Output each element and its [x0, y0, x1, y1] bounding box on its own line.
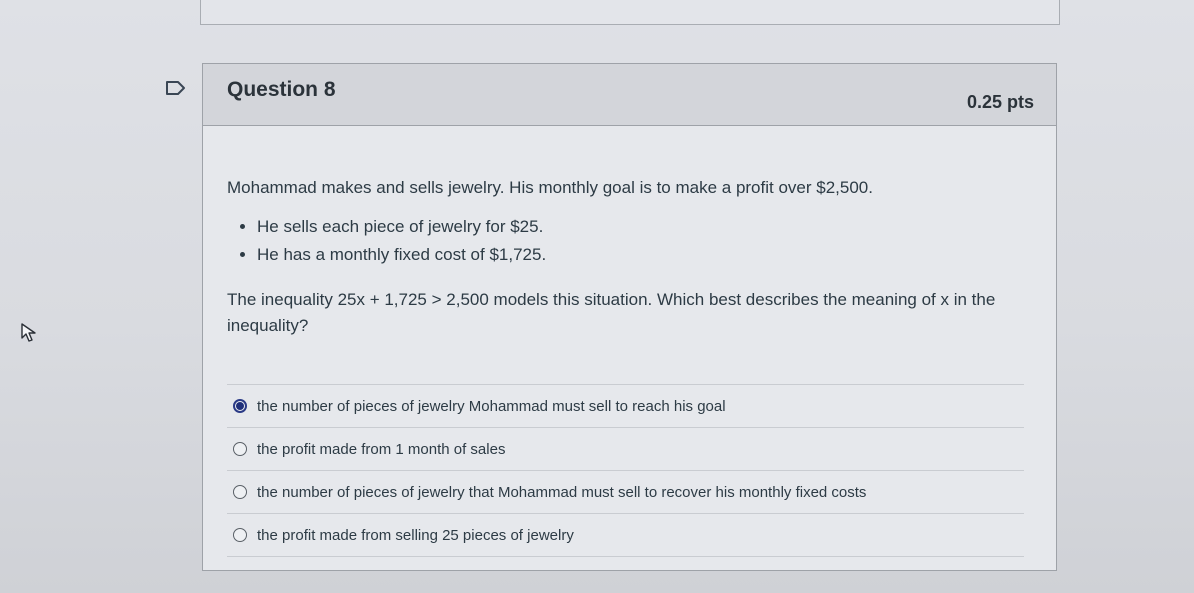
question-card: Question 8 0.25 pts Mohammad makes and s… [202, 63, 1057, 571]
flag-question-icon[interactable] [165, 80, 187, 96]
radio-button[interactable] [233, 528, 247, 542]
answer-label: the number of pieces of jewelry Mohammad… [257, 397, 726, 415]
answer-option-1[interactable]: the number of pieces of jewelry Mohammad… [227, 385, 1024, 428]
answer-label: the profit made from 1 month of sales [257, 440, 506, 458]
question-prompt: The inequality 25x + 1,725 > 2,500 model… [227, 290, 996, 335]
question-header: Question 8 0.25 pts [203, 64, 1056, 126]
radio-button-selected[interactable] [233, 399, 247, 413]
answer-label: the profit made from selling 25 pieces o… [257, 526, 574, 544]
answer-label: the number of pieces of jewelry that Moh… [257, 483, 867, 501]
radio-button[interactable] [233, 485, 247, 499]
bullet-item: He has a monthly fixed cost of $1,725. [257, 241, 1032, 269]
question-body: Mohammad makes and sells jewelry. His mo… [203, 175, 1056, 557]
bullet-item: He sells each piece of jewelry for $25. [257, 213, 1032, 241]
answer-option-2[interactable]: the profit made from 1 month of sales [227, 428, 1024, 471]
answer-list: the number of pieces of jewelry Mohammad… [227, 384, 1024, 557]
answer-option-4[interactable]: the profit made from selling 25 pieces o… [227, 514, 1024, 557]
mouse-pointer-icon [20, 322, 38, 344]
radio-button[interactable] [233, 442, 247, 456]
question-points: 0.25 pts [966, 92, 1034, 112]
previous-question-card [200, 0, 1060, 25]
answer-option-3[interactable]: the number of pieces of jewelry that Moh… [227, 471, 1024, 514]
question-intro: Mohammad makes and sells jewelry. His mo… [227, 178, 873, 197]
question-title: Question 8 [227, 78, 336, 101]
question-bullets: He sells each piece of jewelry for $25. … [227, 213, 1032, 269]
